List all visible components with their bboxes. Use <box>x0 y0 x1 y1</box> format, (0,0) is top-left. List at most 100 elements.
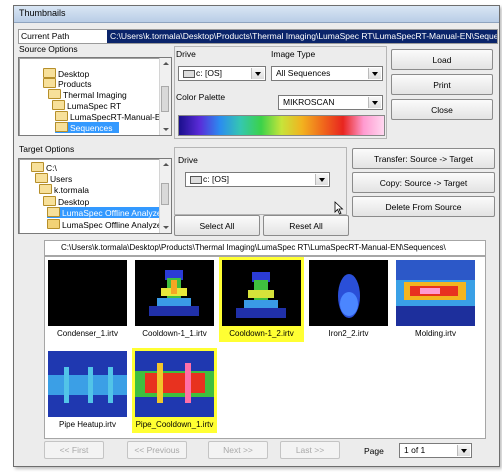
gallery-path: C:\Users\k.tormala\Desktop\Products\Ther… <box>61 243 446 252</box>
first-page-button[interactable]: << First <box>44 441 104 459</box>
source-tree-scrollbar[interactable] <box>159 58 171 135</box>
load-button[interactable]: Load <box>391 49 493 70</box>
thumbnail-item[interactable]: Molding.irtv <box>393 257 478 342</box>
thermal-image <box>135 351 214 417</box>
tree-item[interactable]: C:\ <box>31 162 57 173</box>
chevron-down-icon[interactable] <box>251 68 264 79</box>
tree-item[interactable]: Products <box>43 78 92 89</box>
scroll-up-icon[interactable] <box>160 159 171 170</box>
source-folder-tree[interactable]: Desktop Products Thermal Imaging LumaSpe… <box>18 57 172 136</box>
thermal-image <box>396 260 475 326</box>
folder-icon <box>55 122 68 132</box>
scroll-down-icon[interactable] <box>160 124 171 135</box>
current-path-value: C:\Users\k.tormala\Desktop\Products\Ther… <box>110 31 497 41</box>
close-button[interactable]: Close <box>391 99 493 120</box>
scroll-down-icon[interactable] <box>160 222 171 233</box>
thumbnail-item-selected[interactable]: Cooldown-1_2.irtv <box>219 257 304 342</box>
folder-icon <box>39 184 52 194</box>
print-button[interactable]: Print <box>391 74 493 95</box>
thermal-pipe-cooldown-graphic <box>135 351 214 417</box>
thumbnail-caption: Cooldown-1_2.irtv <box>229 329 294 338</box>
thumbnail-gallery: Condenser_1.irtv Cooldown-1_1.irtv Coold… <box>44 256 486 439</box>
palette-preview-bar <box>178 115 385 136</box>
thumbnail-item[interactable]: Iron2_2.irtv <box>306 257 391 342</box>
chevron-down-icon[interactable] <box>368 68 381 79</box>
tree-item[interactable]: Users <box>35 173 72 184</box>
previous-page-button[interactable]: << Previous <box>127 441 187 459</box>
thumbnail-caption: Pipe_Cooldown_1.irtv <box>135 420 214 429</box>
target-tree-scrollbar[interactable] <box>159 159 171 233</box>
tree-item-selected[interactable]: Sequences <box>55 122 119 133</box>
target-folder-tree[interactable]: C:\ Users k.tormala Desktop LumaSpec Off… <box>18 158 172 234</box>
folder-icon <box>55 111 68 121</box>
source-drive-select[interactable]: c: [OS] <box>178 66 266 81</box>
target-drive-label: Drive <box>178 155 198 165</box>
thumbnail-item[interactable]: Condenser_1.irtv <box>45 257 130 342</box>
chevron-down-icon[interactable] <box>315 174 328 185</box>
chevron-down-icon[interactable] <box>368 97 381 108</box>
folder-icon <box>43 68 56 78</box>
drive-icon <box>183 70 195 78</box>
folder-icon <box>35 173 48 183</box>
scroll-thumb[interactable] <box>161 183 169 205</box>
thermal-molding-graphic <box>396 260 475 326</box>
current-path-bar: Current Path C:\Users\k.tormala\Desktop\… <box>18 29 498 44</box>
tree-item[interactable]: LumaSpecRT-Manual-EN <box>55 111 167 122</box>
tree-item-selected[interactable]: LumaSpec Offline Analyzer <box>47 207 168 218</box>
delete-from-source-button[interactable]: Delete From Source <box>352 196 495 217</box>
color-palette-label: Color Palette <box>176 92 226 102</box>
scroll-up-icon[interactable] <box>160 58 171 69</box>
title-bar[interactable]: Thumbnails <box>14 6 499 23</box>
current-path-label: Current Path <box>21 31 70 41</box>
folder-icon <box>48 89 61 99</box>
thumbnail-item[interactable]: Pipe Heatup.irtv <box>45 348 130 433</box>
thermal-image <box>222 260 301 326</box>
thumbnails-window: Thumbnails Current Path C:\Users\k.torma… <box>13 5 500 467</box>
thermal-cooldown-2-graphic <box>222 260 301 326</box>
thermal-cooldown-1-graphic <box>135 260 214 326</box>
drive-icon <box>190 176 202 184</box>
source-drive-label: Drive <box>176 49 196 59</box>
scroll-thumb[interactable] <box>161 86 169 112</box>
folder-icon <box>31 162 44 172</box>
image-type-select[interactable]: All Sequences <box>271 66 383 81</box>
folder-icon <box>43 78 56 88</box>
thermal-image <box>48 260 127 326</box>
copy-button[interactable]: Copy: Source -> Target <box>352 172 495 193</box>
folder-icon <box>52 100 65 110</box>
page-select[interactable]: 1 of 1 <box>399 443 472 458</box>
gallery-path-bar: C:\Users\k.tormala\Desktop\Products\Ther… <box>44 240 486 256</box>
window-title: Thumbnails <box>19 8 66 18</box>
thumbnail-caption: Condenser_1.irtv <box>57 329 118 338</box>
mouse-cursor-icon <box>334 201 344 215</box>
tree-item[interactable]: LumaSpec RT <box>52 100 121 111</box>
folder-icon <box>43 196 56 206</box>
target-options-label: Target Options <box>18 144 76 154</box>
thumbnail-caption: Pipe Heatup.irtv <box>59 420 116 429</box>
select-all-button[interactable]: Select All <box>174 215 260 236</box>
reset-all-button[interactable]: Reset All <box>263 215 349 236</box>
image-type-label: Image Type <box>271 49 316 59</box>
transfer-button[interactable]: Transfer: Source -> Target <box>352 148 495 169</box>
thumbnail-caption: Molding.irtv <box>415 329 456 338</box>
thermal-iron-graphic <box>309 260 388 326</box>
thermal-pipe-heatup-graphic <box>48 351 127 417</box>
color-palette-select[interactable]: MIKROSCAN <box>278 95 383 110</box>
last-page-button[interactable]: Last >> <box>280 441 340 459</box>
thermal-image <box>135 260 214 326</box>
page-label: Page <box>364 446 384 456</box>
tree-item[interactable]: k.tormala <box>39 184 89 195</box>
target-drive-select[interactable]: c: [OS] <box>185 172 330 187</box>
tree-item[interactable]: Desktop <box>43 196 89 207</box>
chevron-down-icon[interactable] <box>457 445 470 456</box>
next-page-button[interactable]: Next >> <box>208 441 268 459</box>
folder-icon <box>47 207 60 217</box>
thermal-image <box>309 260 388 326</box>
thumbnail-caption: Iron2_2.irtv <box>328 329 369 338</box>
tree-item[interactable]: LumaSpec Offline Analyzer <box>47 219 164 230</box>
thumbnail-caption: Cooldown-1_1.irtv <box>142 329 207 338</box>
thermal-image <box>48 351 127 417</box>
tree-item[interactable]: Thermal Imaging <box>48 89 127 100</box>
thumbnail-item[interactable]: Cooldown-1_1.irtv <box>132 257 217 342</box>
thumbnail-item-selected[interactable]: Pipe_Cooldown_1.irtv <box>132 348 217 433</box>
